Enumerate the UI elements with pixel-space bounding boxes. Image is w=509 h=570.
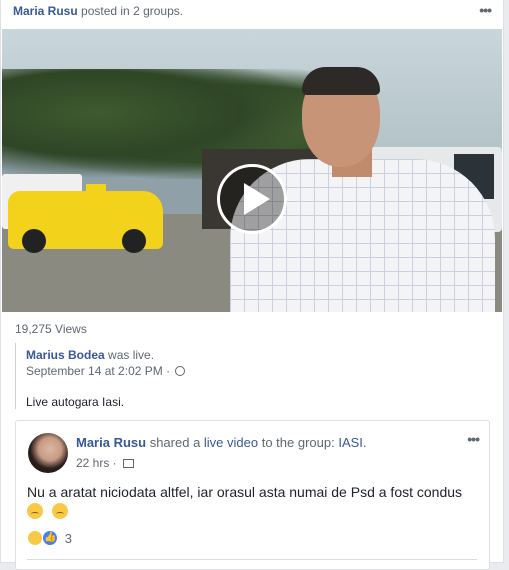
play-icon[interactable] — [217, 164, 287, 234]
live-video-link[interactable]: live video — [204, 435, 258, 450]
inner-post-header: Maria Rusu shared a live video to the gr… — [76, 435, 367, 450]
video-player[interactable] — [2, 29, 502, 312]
feed-post: Maria Rusu posted in 2 groups. ••• 19,27… — [0, 0, 504, 570]
shared-description: Live autogara Iasi. — [26, 395, 125, 409]
shared-timestamp[interactable]: September 14 at 2:02 PM · — [26, 364, 173, 378]
shared-live-attribution: Marius Bodea was live. September 14 at 2… — [15, 343, 490, 409]
shared-header: Marius Bodea was live. — [26, 348, 154, 362]
post-text: Nu a aratat niciodata altfel, iar orasul… — [27, 484, 463, 500]
view-count: 19,275 Views — [15, 322, 87, 336]
sad-reaction-icon — [27, 530, 43, 546]
shared-meta: September 14 at 2:02 PM · — [26, 364, 186, 378]
inner-action-prefix: shared a — [149, 435, 204, 450]
video-man-hair — [302, 67, 380, 95]
video-wheel — [22, 229, 46, 253]
group-link[interactable]: IASI — [338, 435, 363, 450]
post-action-text: posted in 2 groups. — [81, 4, 184, 18]
divider — [27, 559, 477, 560]
more-dots-icon[interactable]: ••• — [479, 2, 492, 18]
like-reaction-icon: 👍 — [42, 530, 59, 546]
emoji-row — [27, 503, 73, 522]
globe-icon — [175, 366, 186, 376]
disappointed-face-icon — [27, 503, 43, 519]
video-wheel — [122, 229, 146, 253]
shared-post-card: Maria Rusu shared a live video to the gr… — [15, 420, 490, 570]
reaction-count: 3 — [64, 530, 72, 546]
inner-more-dots-icon[interactable]: ••• — [467, 431, 480, 447]
shared-action: was live. — [108, 348, 155, 362]
reactions-summary[interactable]: 👍 3 — [27, 530, 72, 546]
shared-author-link[interactable]: Marius Bodea — [26, 348, 105, 362]
avatar[interactable] — [28, 433, 68, 473]
post-header: Maria Rusu posted in 2 groups. — [13, 4, 183, 18]
inner-action-mid: to the group: — [258, 435, 339, 450]
author-link[interactable]: Maria Rusu — [13, 4, 78, 18]
inner-group-suffix: . — [362, 435, 367, 450]
play-triangle — [244, 183, 270, 215]
inner-meta: 22 hrs · — [76, 456, 135, 470]
disappointed-face-icon — [51, 503, 68, 519]
inner-author-link[interactable]: Maria Rusu — [76, 435, 146, 450]
inner-timestamp[interactable]: 22 hrs · — [76, 456, 120, 470]
group-icon — [123, 459, 135, 468]
